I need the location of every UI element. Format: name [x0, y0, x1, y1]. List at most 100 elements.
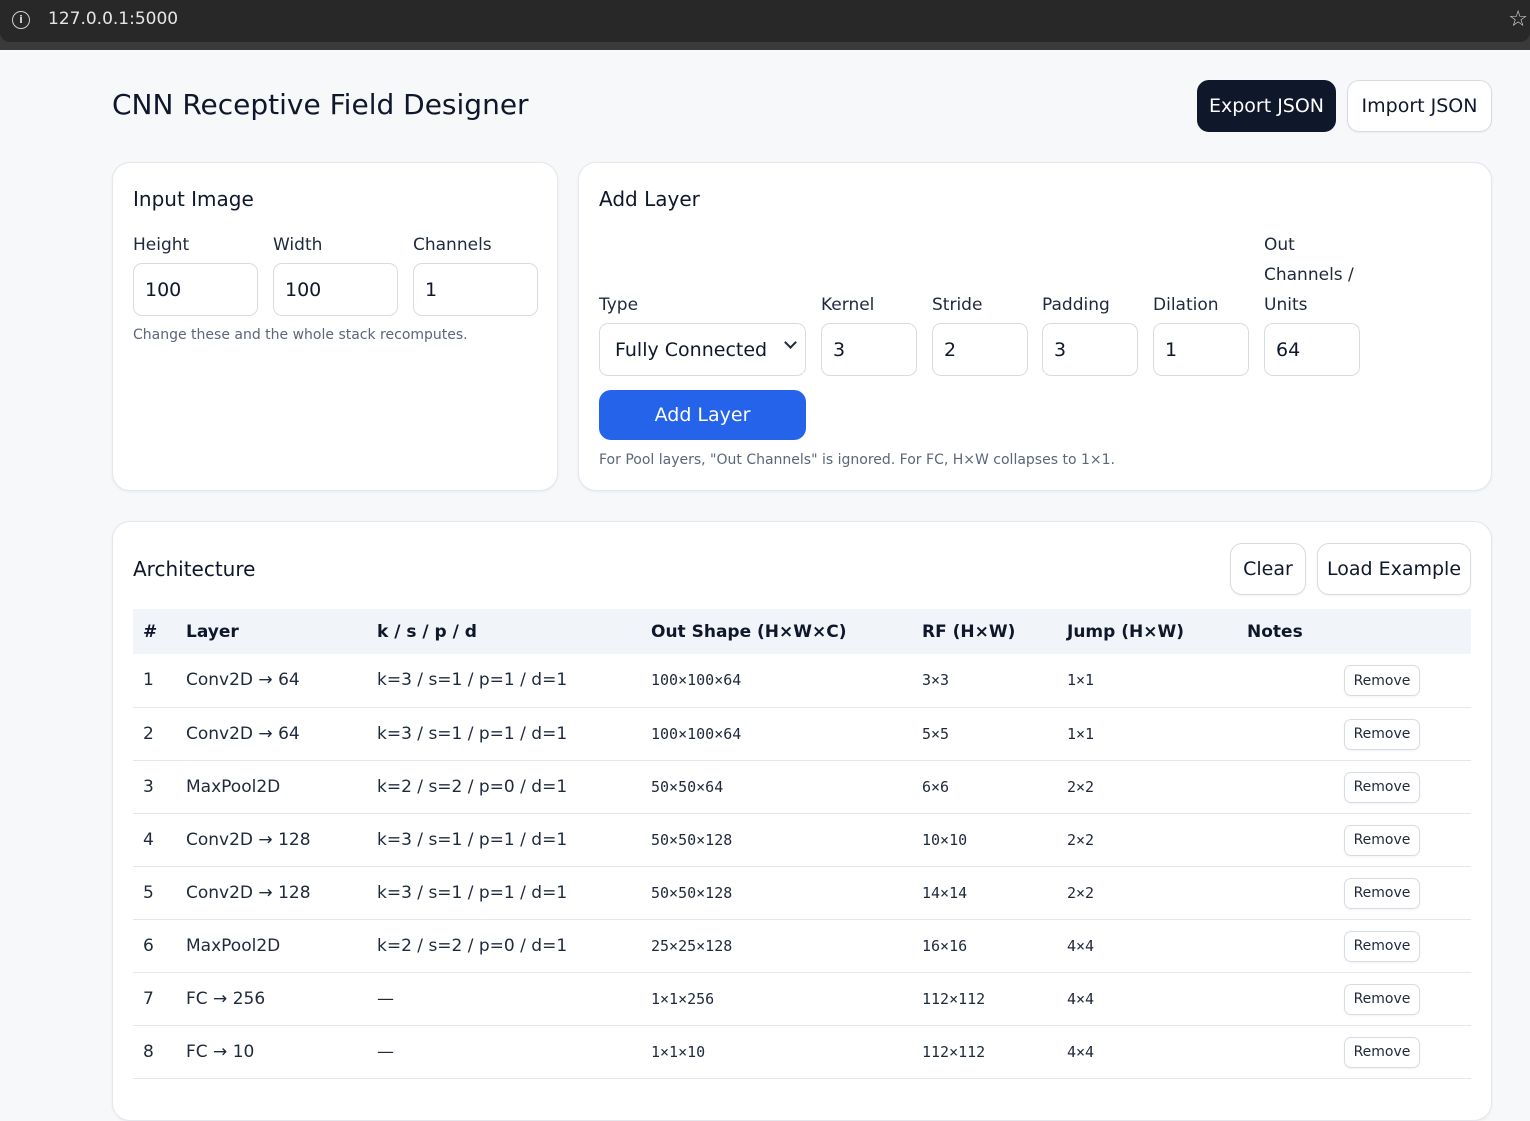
width-input[interactable]: 100 — [273, 263, 398, 316]
row-params: k=3 / s=1 / p=1 / d=1 — [377, 882, 568, 903]
channels-label: Channels — [413, 235, 492, 255]
row-layer: FC → 256 — [186, 988, 266, 1009]
col-header-rf: RF (H×W) — [922, 621, 1016, 642]
row-notes: Remove — [1247, 760, 1471, 813]
col-header-out-shape: Out Shape (H×W×C) — [651, 621, 847, 642]
row-jump: 1×1 — [1067, 724, 1095, 743]
remove-layer-button[interactable]: Remove — [1344, 1036, 1420, 1068]
stride-label: Stride — [932, 295, 983, 315]
row-jump: 1×1 — [1067, 671, 1095, 690]
site-info-icon[interactable]: i — [12, 11, 30, 29]
add-layer-title: Add Layer — [599, 187, 700, 211]
row-notes: Remove — [1247, 972, 1471, 1025]
remove-layer-button[interactable]: Remove — [1344, 930, 1420, 962]
table-row: 8 FC → 10 — 1×1×10 112×112 4×4 Remove — [133, 1025, 1471, 1078]
type-label: Type — [599, 295, 639, 315]
row-rf: 5×5 — [922, 724, 950, 743]
remove-layer-button[interactable]: Remove — [1344, 771, 1420, 803]
row-params: — — [377, 988, 394, 1009]
row-notes: Remove — [1247, 707, 1471, 760]
input-image-hint: Change these and the whole stack recompu… — [133, 327, 468, 343]
row-notes: Remove — [1247, 866, 1471, 919]
row-notes: Remove — [1247, 919, 1471, 972]
row-out-shape: 50×50×128 — [651, 830, 733, 849]
channels-input[interactable]: 1 — [413, 263, 538, 316]
height-label: Height — [133, 235, 190, 255]
add-layer-button[interactable]: Add Layer — [599, 390, 806, 440]
table-row: 3 MaxPool2D k=2 / s=2 / p=0 / d=1 50×50×64 6… — [133, 760, 1471, 813]
row-out-shape: 1×1×256 — [651, 989, 715, 1008]
col-header-layer: Layer — [186, 621, 239, 642]
row-jump: 2×2 — [1067, 777, 1095, 796]
row-layer: Conv2D → 128 — [186, 829, 311, 850]
row-notes: Remove — [1247, 1025, 1471, 1078]
remove-layer-button[interactable]: Remove — [1344, 718, 1420, 750]
input-image-title: Input Image — [133, 187, 254, 211]
page-title: CNN Receptive Field Designer — [112, 88, 529, 121]
height-input[interactable]: 100 — [133, 263, 258, 316]
add-layer-hint: For Pool layers, "Out Channels" is ignor… — [599, 452, 1115, 468]
padding-label: Padding — [1042, 295, 1110, 315]
row-jump: 4×4 — [1067, 936, 1095, 955]
load-example-button[interactable]: Load Example — [1317, 543, 1471, 595]
out-channels-label-line1: Out — [1264, 235, 1295, 255]
import-json-button[interactable]: Import JSON — [1347, 80, 1492, 132]
export-json-button[interactable]: Export JSON — [1197, 80, 1336, 132]
col-header-notes: Notes — [1247, 621, 1303, 642]
row-layer: Conv2D → 128 — [186, 882, 311, 903]
url-text[interactable]: 127.0.0.1:5000 — [48, 9, 178, 29]
architecture-table: # Layer k / s / p / d Out Shape (H×W×C) … — [133, 609, 1471, 1079]
table-header-row: # Layer k / s / p / d Out Shape (H×W×C) … — [133, 609, 1471, 654]
row-params: k=3 / s=1 / p=1 / d=1 — [377, 723, 568, 744]
row-rf: 10×10 — [922, 830, 968, 849]
kernel-label: Kernel — [821, 295, 875, 315]
row-rf: 112×112 — [922, 989, 986, 1008]
dilation-input[interactable]: 1 — [1153, 323, 1249, 376]
remove-layer-button[interactable]: Remove — [1344, 824, 1420, 856]
width-label: Width — [273, 235, 323, 255]
row-rf: 6×6 — [922, 777, 950, 796]
table-row: 7 FC → 256 — 1×1×256 112×112 4×4 Remove — [133, 972, 1471, 1025]
row-out-shape: 25×25×128 — [651, 936, 733, 955]
row-params: k=3 / s=1 / p=1 / d=1 — [377, 829, 568, 850]
table-row: 6 MaxPool2D k=2 / s=2 / p=0 / d=1 25×25×128… — [133, 919, 1471, 972]
row-jump: 2×2 — [1067, 830, 1095, 849]
row-num: 1 — [143, 670, 154, 691]
row-out-shape: 100×100×64 — [651, 724, 742, 743]
row-out-shape: 50×50×64 — [651, 777, 724, 796]
row-num: 5 — [143, 882, 154, 903]
row-params: — — [377, 1041, 394, 1062]
architecture-card: Architecture Clear Load Example # Layer … — [112, 521, 1492, 1121]
row-jump: 4×4 — [1067, 989, 1095, 1008]
padding-input[interactable]: 3 — [1042, 323, 1138, 376]
row-num: 6 — [143, 935, 154, 956]
table-row: 2 Conv2D → 64 k=3 / s=1 / p=1 / d=1 100×100… — [133, 707, 1471, 760]
col-header-num: # — [143, 621, 158, 642]
bookmark-star-icon[interactable]: ☆ — [1508, 7, 1528, 32]
out-channels-input[interactable]: 64 — [1264, 323, 1360, 376]
row-params: k=2 / s=2 / p=0 / d=1 — [377, 935, 568, 956]
remove-layer-button[interactable]: Remove — [1344, 877, 1420, 909]
table-row: 5 Conv2D → 128 k=3 / s=1 / p=1 / d=1 50×50×… — [133, 866, 1471, 919]
row-out-shape: 1×1×10 — [651, 1042, 706, 1061]
remove-layer-button[interactable]: Remove — [1344, 665, 1420, 696]
col-header-jump: Jump (H×W) — [1067, 621, 1184, 642]
row-params: k=2 / s=2 / p=0 / d=1 — [377, 776, 568, 797]
row-num: 8 — [143, 1041, 154, 1062]
row-notes: Remove — [1247, 813, 1471, 866]
out-channels-label-line3: Units — [1264, 295, 1308, 315]
out-channels-label-line2: Channels / — [1264, 265, 1354, 285]
row-layer: MaxPool2D — [186, 935, 281, 956]
stride-input[interactable]: 2 — [932, 323, 1028, 376]
row-rf: 16×16 — [922, 936, 968, 955]
col-header-params: k / s / p / d — [377, 621, 477, 642]
remove-layer-button[interactable]: Remove — [1344, 983, 1420, 1015]
row-rf: 112×112 — [922, 1042, 986, 1061]
layer-type-select[interactable]: Fully Connected — [599, 323, 806, 376]
browser-toolbar: i 127.0.0.1:5000 ☆ — [0, 0, 1530, 50]
row-num: 7 — [143, 988, 154, 1009]
row-out-shape: 50×50×128 — [651, 883, 733, 902]
address-bar[interactable]: i 127.0.0.1:5000 ☆ — [0, 0, 1530, 42]
kernel-input[interactable]: 3 — [821, 323, 917, 376]
clear-button[interactable]: Clear — [1230, 543, 1306, 595]
